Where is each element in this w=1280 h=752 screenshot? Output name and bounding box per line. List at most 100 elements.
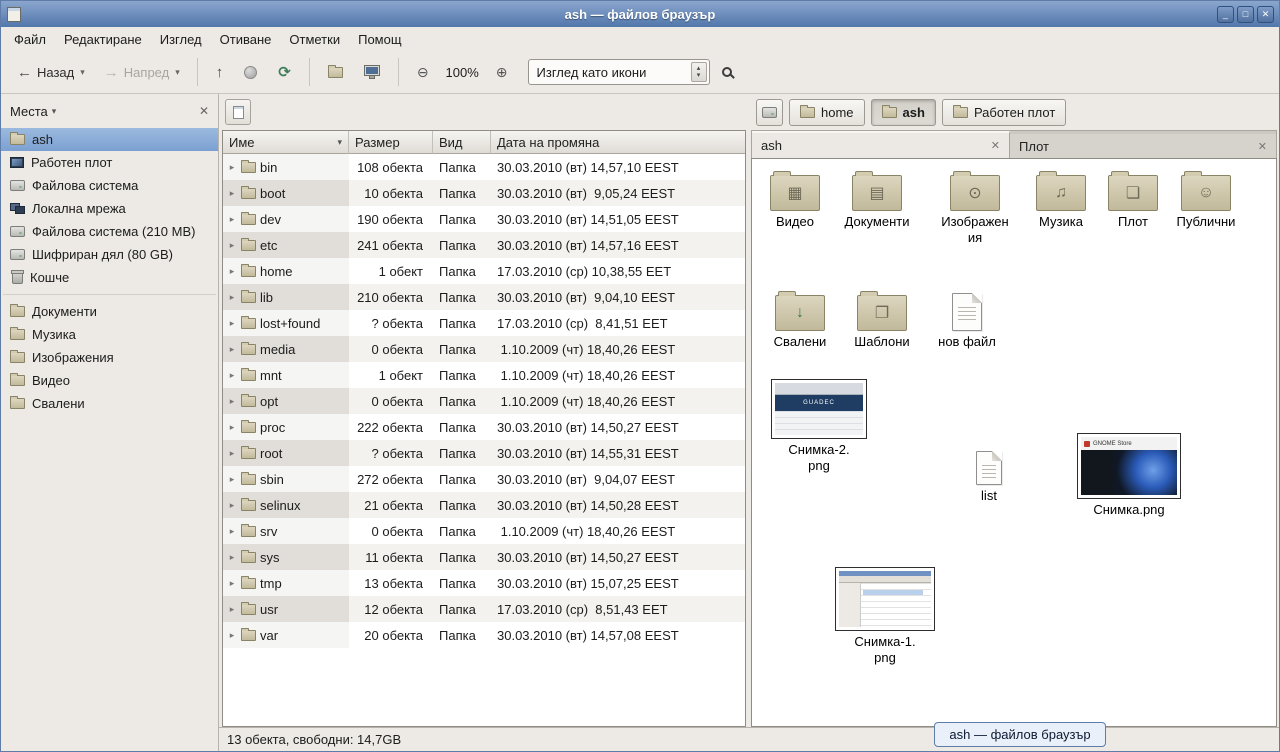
pathbar-button-ash[interactable]: ash [871,99,936,126]
folder-item-documents[interactable]: ▤ Документи [841,171,913,230]
menu-edit[interactable]: Редактиране [55,29,151,50]
folder-item-music[interactable]: ♫ Музика [1025,171,1097,230]
menu-bookmarks[interactable]: Отметки [280,29,349,50]
expander-icon[interactable]: ▸ [227,292,237,303]
column-header-date[interactable]: Дата на промяна [491,131,745,154]
computer-button[interactable] [355,56,389,88]
file-item-snimka1[interactable]: Снимка-1. png [825,567,945,665]
sidebar-item[interactable]: Файлова система (210 MB) [1,220,218,243]
sidebar-item[interactable]: Свалени [1,392,218,415]
search-button[interactable] [713,56,741,88]
expander-icon[interactable]: ▸ [227,578,237,589]
stop-button[interactable] [235,56,266,88]
sidebar-item[interactable]: Файлова система [1,174,218,197]
table-row[interactable]: ▸srv0 обектаПапка 1.10.2009 (чт) 18,40,2… [223,518,745,544]
close-button[interactable]: ✕ [1257,6,1274,23]
column-header-name[interactable]: Име ▾ [223,131,349,154]
sidebar-item[interactable]: ash [1,128,218,151]
folder-item-images[interactable]: ⊙ Изображен ия [939,171,1011,245]
expander-icon[interactable]: ▸ [227,370,237,381]
file-item-new-file[interactable]: нов файл [931,289,1003,350]
pathbar-button-home[interactable]: home [789,99,865,126]
expander-icon[interactable]: ▸ [227,526,237,537]
sidebar-close-icon[interactable]: ✕ [199,104,209,118]
table-row[interactable]: ▸proc222 обектаПапка30.03.2010 (вт) 14,5… [223,414,745,440]
expander-icon[interactable]: ▸ [227,474,237,485]
expander-icon[interactable]: ▸ [227,162,237,173]
pathbar-button-desktop[interactable]: Работен плот [942,99,1066,126]
sidebar-item[interactable]: Документи [1,300,218,323]
sidebar-item[interactable]: Кошче [1,266,218,289]
sidebar-item[interactable]: Видео [1,369,218,392]
table-row[interactable]: ▸media0 обектаПапка 1.10.2009 (чт) 18,40… [223,336,745,362]
tab-close-icon[interactable]: ✕ [1258,140,1267,153]
expander-icon[interactable]: ▸ [227,344,237,355]
table-row[interactable]: ▸selinux21 обектаПапка30.03.2010 (вт) 14… [223,492,745,518]
folder-item-desktop[interactable]: ❏ Плот [1097,171,1169,230]
expander-icon[interactable]: ▸ [227,630,237,641]
expander-icon[interactable]: ▸ [227,188,237,199]
spinner-icon[interactable]: ▴ ▾ [691,62,707,82]
tab-plot[interactable]: Плот ✕ [1010,134,1276,158]
table-row[interactable]: ▸tmp13 обектаПапка30.03.2010 (вт) 15,07,… [223,570,745,596]
sidebar-item[interactable]: Работен плот [1,151,218,174]
reload-button[interactable]: ⟳ [269,56,300,88]
table-row[interactable]: ▸home1 обектПапка17.03.2010 (ср) 10,38,5… [223,258,745,284]
expander-icon[interactable]: ▸ [227,266,237,277]
titlebar[interactable]: ash — файлов браузър _ □ ✕ [1,1,1279,27]
table-row[interactable]: ▸boot10 обектаПапка30.03.2010 (вт) 9,05,… [223,180,745,206]
sidebar-item[interactable]: Шифриран дял (80 GB) [1,243,218,266]
expander-icon[interactable]: ▸ [227,604,237,615]
spin-down-icon[interactable]: ▾ [697,72,701,79]
table-row[interactable]: ▸sys11 обектаПапка30.03.2010 (вт) 14,50,… [223,544,745,570]
expander-icon[interactable]: ▸ [227,422,237,433]
view-mode-select[interactable]: Изглед като икони ▴ ▾ [528,59,710,85]
expander-icon[interactable]: ▸ [227,318,237,329]
notes-button[interactable] [225,99,251,125]
back-button[interactable]: ← Назад ▾ [9,56,93,88]
expander-icon[interactable]: ▸ [227,552,237,563]
home-button[interactable] [319,56,352,88]
file-item-snimka2[interactable]: GUADEC Снимка-2. png [759,379,879,473]
table-row[interactable]: ▸var20 обектаПапка30.03.2010 (вт) 14,57,… [223,622,745,648]
forward-button[interactable]: → Напред ▾ [96,56,188,88]
expander-icon[interactable]: ▸ [227,240,237,251]
up-button[interactable]: ↑ [207,56,233,88]
spin-up-icon[interactable]: ▴ [697,65,701,72]
table-row[interactable]: ▸lib210 обектаПапка30.03.2010 (вт) 9,04,… [223,284,745,310]
expander-icon[interactable]: ▸ [227,214,237,225]
sidebar-title[interactable]: Места [10,104,48,119]
menu-view[interactable]: Изглед [151,29,211,50]
tab-close-icon[interactable]: ✕ [991,139,1000,152]
sidebar-item[interactable]: Изображения [1,346,218,369]
chevron-down-icon[interactable]: ▾ [80,67,85,78]
table-row[interactable]: ▸dev190 обектаПапка30.03.2010 (вт) 14,51… [223,206,745,232]
file-item-list[interactable]: list [929,447,1049,504]
table-row[interactable]: ▸mnt1 обектПапка 1.10.2009 (чт) 18,40,26… [223,362,745,388]
table-row[interactable]: ▸etc241 обектаПапка30.03.2010 (вт) 14,57… [223,232,745,258]
expander-icon[interactable]: ▸ [227,448,237,459]
expander-icon[interactable]: ▸ [227,396,237,407]
pathbar-root-button[interactable] [756,99,783,126]
menu-file[interactable]: Файл [5,29,55,50]
column-header-type[interactable]: Вид [433,131,491,154]
file-item-snimka[interactable]: GNOME Store Снимка.png [1069,433,1189,518]
chevron-down-icon[interactable]: ▾ [52,106,57,117]
folder-item-public[interactable]: ☺ Публични [1170,171,1242,230]
table-row[interactable]: ▸bin108 обектаПапка30.03.2010 (вт) 14,57… [223,154,745,180]
taskbar-window-button[interactable]: ash — файлов браузър [934,722,1106,747]
sidebar-item[interactable]: Музика [1,323,218,346]
expander-icon[interactable]: ▸ [227,500,237,511]
folder-item-templates[interactable]: ❐ Шаблони [846,291,918,350]
chevron-down-icon[interactable]: ▾ [175,67,180,78]
table-row[interactable]: ▸usr12 обектаПапка17.03.2010 (ср) 8,51,4… [223,596,745,622]
tab-ash[interactable]: ash ✕ [752,131,1010,158]
folder-item-downloads[interactable]: ↓ Свалени [764,291,836,350]
table-row[interactable]: ▸sbin272 обектаПапка30.03.2010 (вт) 9,04… [223,466,745,492]
zoom-out-button[interactable]: ⊖ [408,56,438,88]
sidebar-item[interactable]: Локална мрежа [1,197,218,220]
column-header-size[interactable]: Размер [349,131,433,154]
menu-help[interactable]: Помощ [349,29,410,50]
table-row[interactable]: ▸root? обектаПапка30.03.2010 (вт) 14,55,… [223,440,745,466]
zoom-in-button[interactable]: ⊕ [487,56,517,88]
